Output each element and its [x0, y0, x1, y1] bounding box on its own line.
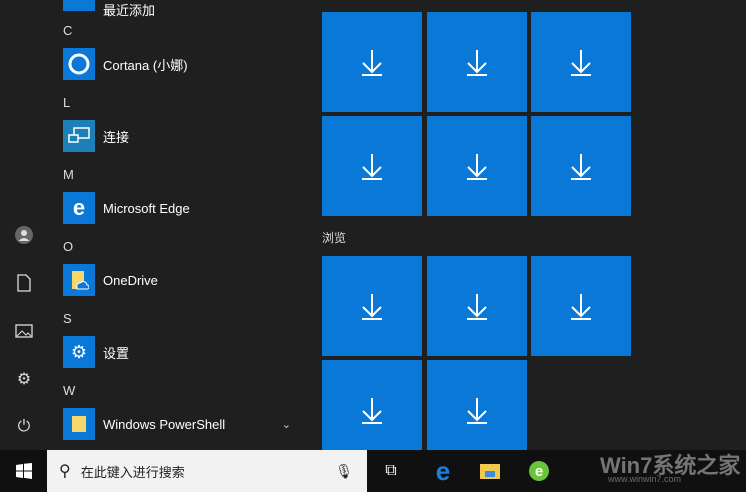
download-icon [467, 50, 487, 76]
download-icon [467, 154, 487, 180]
settings-icon[interactable]: ⚙ [12, 367, 36, 391]
task-view-icon[interactable]: ⧉ [367, 450, 415, 492]
group-letter[interactable]: M [63, 167, 74, 182]
watermark-url: www.winwin7.com [608, 474, 682, 484]
app-list: 最近添加 C Cortana (小娜) L 连接 M e Microsoft Ed… [47, 0, 310, 450]
download-tile[interactable] [427, 256, 527, 356]
chevron-down-icon[interactable]: ⌄ [282, 418, 291, 431]
download-icon [362, 154, 382, 180]
group-letter[interactable]: S [63, 311, 72, 326]
download-tile[interactable] [531, 116, 631, 216]
start-rail: ⚙ ⏻ [0, 0, 47, 450]
connect-icon [63, 120, 95, 152]
pictures-icon[interactable] [12, 319, 36, 343]
svg-text:e: e [535, 463, 543, 480]
edge-icon: e [63, 192, 95, 224]
download-tile[interactable] [427, 360, 527, 460]
download-icon [362, 294, 382, 320]
search-icon: ⚲ [59, 463, 71, 480]
file-explorer-icon[interactable] [466, 450, 514, 492]
app-settings[interactable]: ⚙ 设置 [63, 335, 343, 369]
app-onedrive[interactable]: OneDrive [63, 263, 343, 297]
download-icon [467, 398, 487, 424]
app-connect[interactable]: 连接 [63, 119, 343, 153]
search-box[interactable]: ⚲ 在此键入进行搜索 🎙 [47, 450, 367, 492]
user-icon[interactable] [12, 223, 36, 247]
download-tile[interactable] [322, 12, 422, 112]
ie-browser-icon[interactable]: e [515, 450, 563, 492]
download-tile[interactable] [427, 116, 527, 216]
download-icon [571, 50, 591, 76]
download-tile[interactable] [322, 360, 422, 460]
download-tile[interactable] [531, 256, 631, 356]
download-tile[interactable] [427, 12, 527, 112]
app-powershell-folder[interactable]: Windows PowerShell ⌄ [63, 407, 303, 441]
download-icon [571, 294, 591, 320]
app-cortana[interactable]: Cortana (小娜) [63, 47, 343, 81]
microphone-icon[interactable]: 🎙 [335, 463, 353, 480]
group-letter[interactable]: O [63, 239, 73, 254]
power-icon[interactable]: ⏻ [12, 415, 36, 439]
document-icon[interactable] [12, 271, 36, 295]
download-tile[interactable] [322, 256, 422, 356]
tile-group-label[interactable]: 浏览 [322, 229, 346, 246]
download-icon [362, 50, 382, 76]
cortana-icon [63, 48, 95, 80]
onedrive-icon [63, 264, 95, 296]
group-letter[interactable]: L [63, 95, 70, 110]
group-letter[interactable]: C [63, 23, 72, 38]
folder-icon [63, 0, 95, 11]
windows-logo-icon [15, 463, 32, 479]
folder-icon [63, 408, 95, 440]
download-icon [362, 398, 382, 424]
search-input[interactable]: 在此键入进行搜索 [81, 462, 185, 481]
download-icon [571, 154, 591, 180]
app-edge[interactable]: e Microsoft Edge [63, 191, 343, 225]
download-tile[interactable] [322, 116, 422, 216]
download-tile[interactable] [531, 12, 631, 112]
download-icon [467, 294, 487, 320]
start-button[interactable] [0, 450, 47, 492]
app-recent[interactable]: 最近添加 [63, 0, 343, 26]
settings-gear-icon: ⚙ [63, 336, 95, 368]
edge-taskbar-icon[interactable]: e [419, 450, 467, 492]
group-letter[interactable]: W [63, 383, 75, 398]
